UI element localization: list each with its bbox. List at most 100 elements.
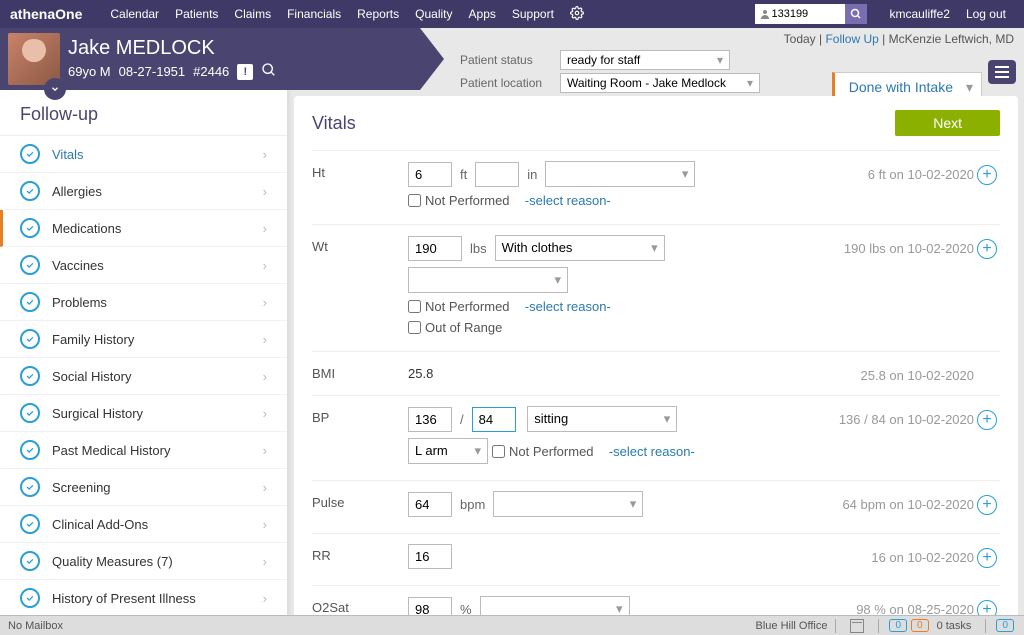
wt-out-of-range-checkbox[interactable] xyxy=(408,321,421,334)
check-circle-icon xyxy=(20,366,40,386)
nav-financials[interactable]: Financials xyxy=(287,7,341,21)
sidebar-item[interactable]: History of Present Illness› xyxy=(0,580,287,615)
wt-select-reason[interactable]: -select reason- xyxy=(525,299,611,314)
wt-extra-select[interactable] xyxy=(408,267,568,293)
sidebar-item[interactable]: Surgical History› xyxy=(0,395,287,432)
sidebar-item[interactable]: Medications› xyxy=(0,210,287,247)
sidebar-item[interactable]: Vitals› xyxy=(0,136,287,173)
bp-add-button[interactable]: + xyxy=(977,410,997,430)
wt-add-button[interactable]: + xyxy=(977,239,997,259)
o2-label: O2Sat xyxy=(312,596,408,615)
calendar-icon[interactable] xyxy=(850,619,864,633)
pulse-type-select[interactable] xyxy=(493,491,643,517)
sidebar-item[interactable]: Family History› xyxy=(0,321,287,358)
tasks-label[interactable]: 0 tasks xyxy=(937,620,972,632)
search-button[interactable] xyxy=(845,4,867,24)
check-circle-icon xyxy=(20,292,40,312)
patient-status-select[interactable]: ready for staff xyxy=(560,50,730,70)
sidebar-item-label: Social History xyxy=(52,369,131,384)
sidebar-item[interactable]: Quality Measures (7)› xyxy=(0,543,287,580)
patient-name: Jake MEDLOCK xyxy=(68,37,277,60)
nav-reports[interactable]: Reports xyxy=(357,7,399,21)
ht-type-select[interactable] xyxy=(545,161,695,187)
expand-banner-icon[interactable] xyxy=(44,78,66,100)
username[interactable]: kmcauliffe2 xyxy=(889,7,949,21)
badge-2[interactable]: 0 xyxy=(911,619,929,632)
check-circle-icon xyxy=(20,477,40,497)
menu-button[interactable] xyxy=(988,60,1016,84)
sidebar-item[interactable]: Vaccines› xyxy=(0,247,287,284)
nav-quality[interactable]: Quality xyxy=(415,7,452,21)
bp-systolic-input[interactable] xyxy=(408,407,452,432)
not-performed-label: Not Performed xyxy=(425,193,510,208)
wt-history: 190 lbs on 10-02-2020 xyxy=(774,235,974,256)
sidebar-item-label: Past Medical History xyxy=(52,443,170,458)
sidebar-item-label: Vaccines xyxy=(52,258,104,273)
o2-type-select[interactable] xyxy=(480,596,630,615)
patient-location-select[interactable]: Waiting Room - Jake Medlock xyxy=(560,73,760,93)
next-button[interactable]: Next xyxy=(895,110,1000,136)
chevron-right-icon: › xyxy=(263,554,267,569)
office-name[interactable]: Blue Hill Office xyxy=(756,620,828,632)
sidebar-item-label: Problems xyxy=(52,295,107,310)
nav-support[interactable]: Support xyxy=(512,7,554,21)
pulse-input[interactable] xyxy=(408,492,452,517)
chevron-right-icon: › xyxy=(263,591,267,606)
sidebar-item[interactable]: Screening› xyxy=(0,469,287,506)
bmi-label: BMI xyxy=(312,362,408,381)
sidebar-item[interactable]: Problems› xyxy=(0,284,287,321)
pulse-label: Pulse xyxy=(312,491,408,510)
ht-add-button[interactable]: + xyxy=(977,165,997,185)
nav-patients[interactable]: Patients xyxy=(175,7,218,21)
o2-history: 98 % on 08-25-2020 xyxy=(774,596,974,615)
ht-in-input[interactable] xyxy=(475,162,519,187)
pulse-add-button[interactable]: + xyxy=(977,495,997,515)
gear-icon[interactable] xyxy=(570,6,584,23)
today-link[interactable]: Today xyxy=(784,32,816,46)
bp-diastolic-input[interactable] xyxy=(472,407,516,432)
patient-demographics: 69yo M 08-27-1951 #2446 ! xyxy=(68,62,277,81)
bp-site-select[interactable]: L arm xyxy=(408,438,488,464)
nav-calendar[interactable]: Calendar xyxy=(110,7,159,21)
badge-1[interactable]: 0 xyxy=(889,619,907,632)
sidebar-item[interactable]: Past Medical History› xyxy=(0,432,287,469)
ht-select-reason[interactable]: -select reason- xyxy=(525,193,611,208)
nav-claims[interactable]: Claims xyxy=(234,7,271,21)
wt-context-select[interactable]: With clothes xyxy=(495,235,665,261)
rr-add-button[interactable]: + xyxy=(977,548,997,568)
o2-input[interactable] xyxy=(408,597,452,616)
panel-title: Vitals xyxy=(312,113,356,134)
bp-not-performed-checkbox[interactable] xyxy=(492,445,505,458)
followup-link[interactable]: Follow Up xyxy=(825,32,878,46)
check-circle-icon xyxy=(20,440,40,460)
nav-apps[interactable]: Apps xyxy=(469,7,496,21)
bp-position-select[interactable]: sitting xyxy=(527,406,677,432)
status-label: Patient status xyxy=(460,53,560,67)
sidebar-item[interactable]: Allergies› xyxy=(0,173,287,210)
logout-link[interactable]: Log out xyxy=(966,7,1006,21)
provider-name: McKenzie Leftwich, MD xyxy=(889,32,1014,46)
sidebar-item-label: Family History xyxy=(52,332,134,347)
sidebar-item[interactable]: Social History› xyxy=(0,358,287,395)
ht-not-performed-checkbox[interactable] xyxy=(408,194,421,207)
logo: athenaOne xyxy=(10,6,82,22)
o2-add-button[interactable]: + xyxy=(977,600,997,615)
bp-select-reason[interactable]: -select reason- xyxy=(609,444,695,459)
bpm-unit: bpm xyxy=(460,497,485,512)
ht-history: 6 ft on 10-02-2020 xyxy=(774,161,974,182)
sidebar-item[interactable]: Clinical Add-Ons› xyxy=(0,506,287,543)
patient-search-box[interactable] xyxy=(755,4,845,24)
rr-input[interactable] xyxy=(408,544,452,569)
bp-history: 136 / 84 on 10-02-2020 xyxy=(774,406,974,427)
search-patient-icon[interactable] xyxy=(261,62,277,81)
vitals-panel: Vitals Next Ht ft in Not Performed -sele… xyxy=(294,96,1018,615)
sidebar-item-label: Medications xyxy=(52,221,121,236)
wt-input[interactable] xyxy=(408,236,462,261)
patient-search-input[interactable] xyxy=(771,8,831,20)
check-circle-icon xyxy=(20,144,40,164)
wt-not-performed-checkbox[interactable] xyxy=(408,300,421,313)
badge-3[interactable]: 0 xyxy=(996,619,1014,632)
ht-ft-input[interactable] xyxy=(408,162,452,187)
ht-label: Ht xyxy=(312,161,408,180)
alert-icon[interactable]: ! xyxy=(237,64,253,80)
